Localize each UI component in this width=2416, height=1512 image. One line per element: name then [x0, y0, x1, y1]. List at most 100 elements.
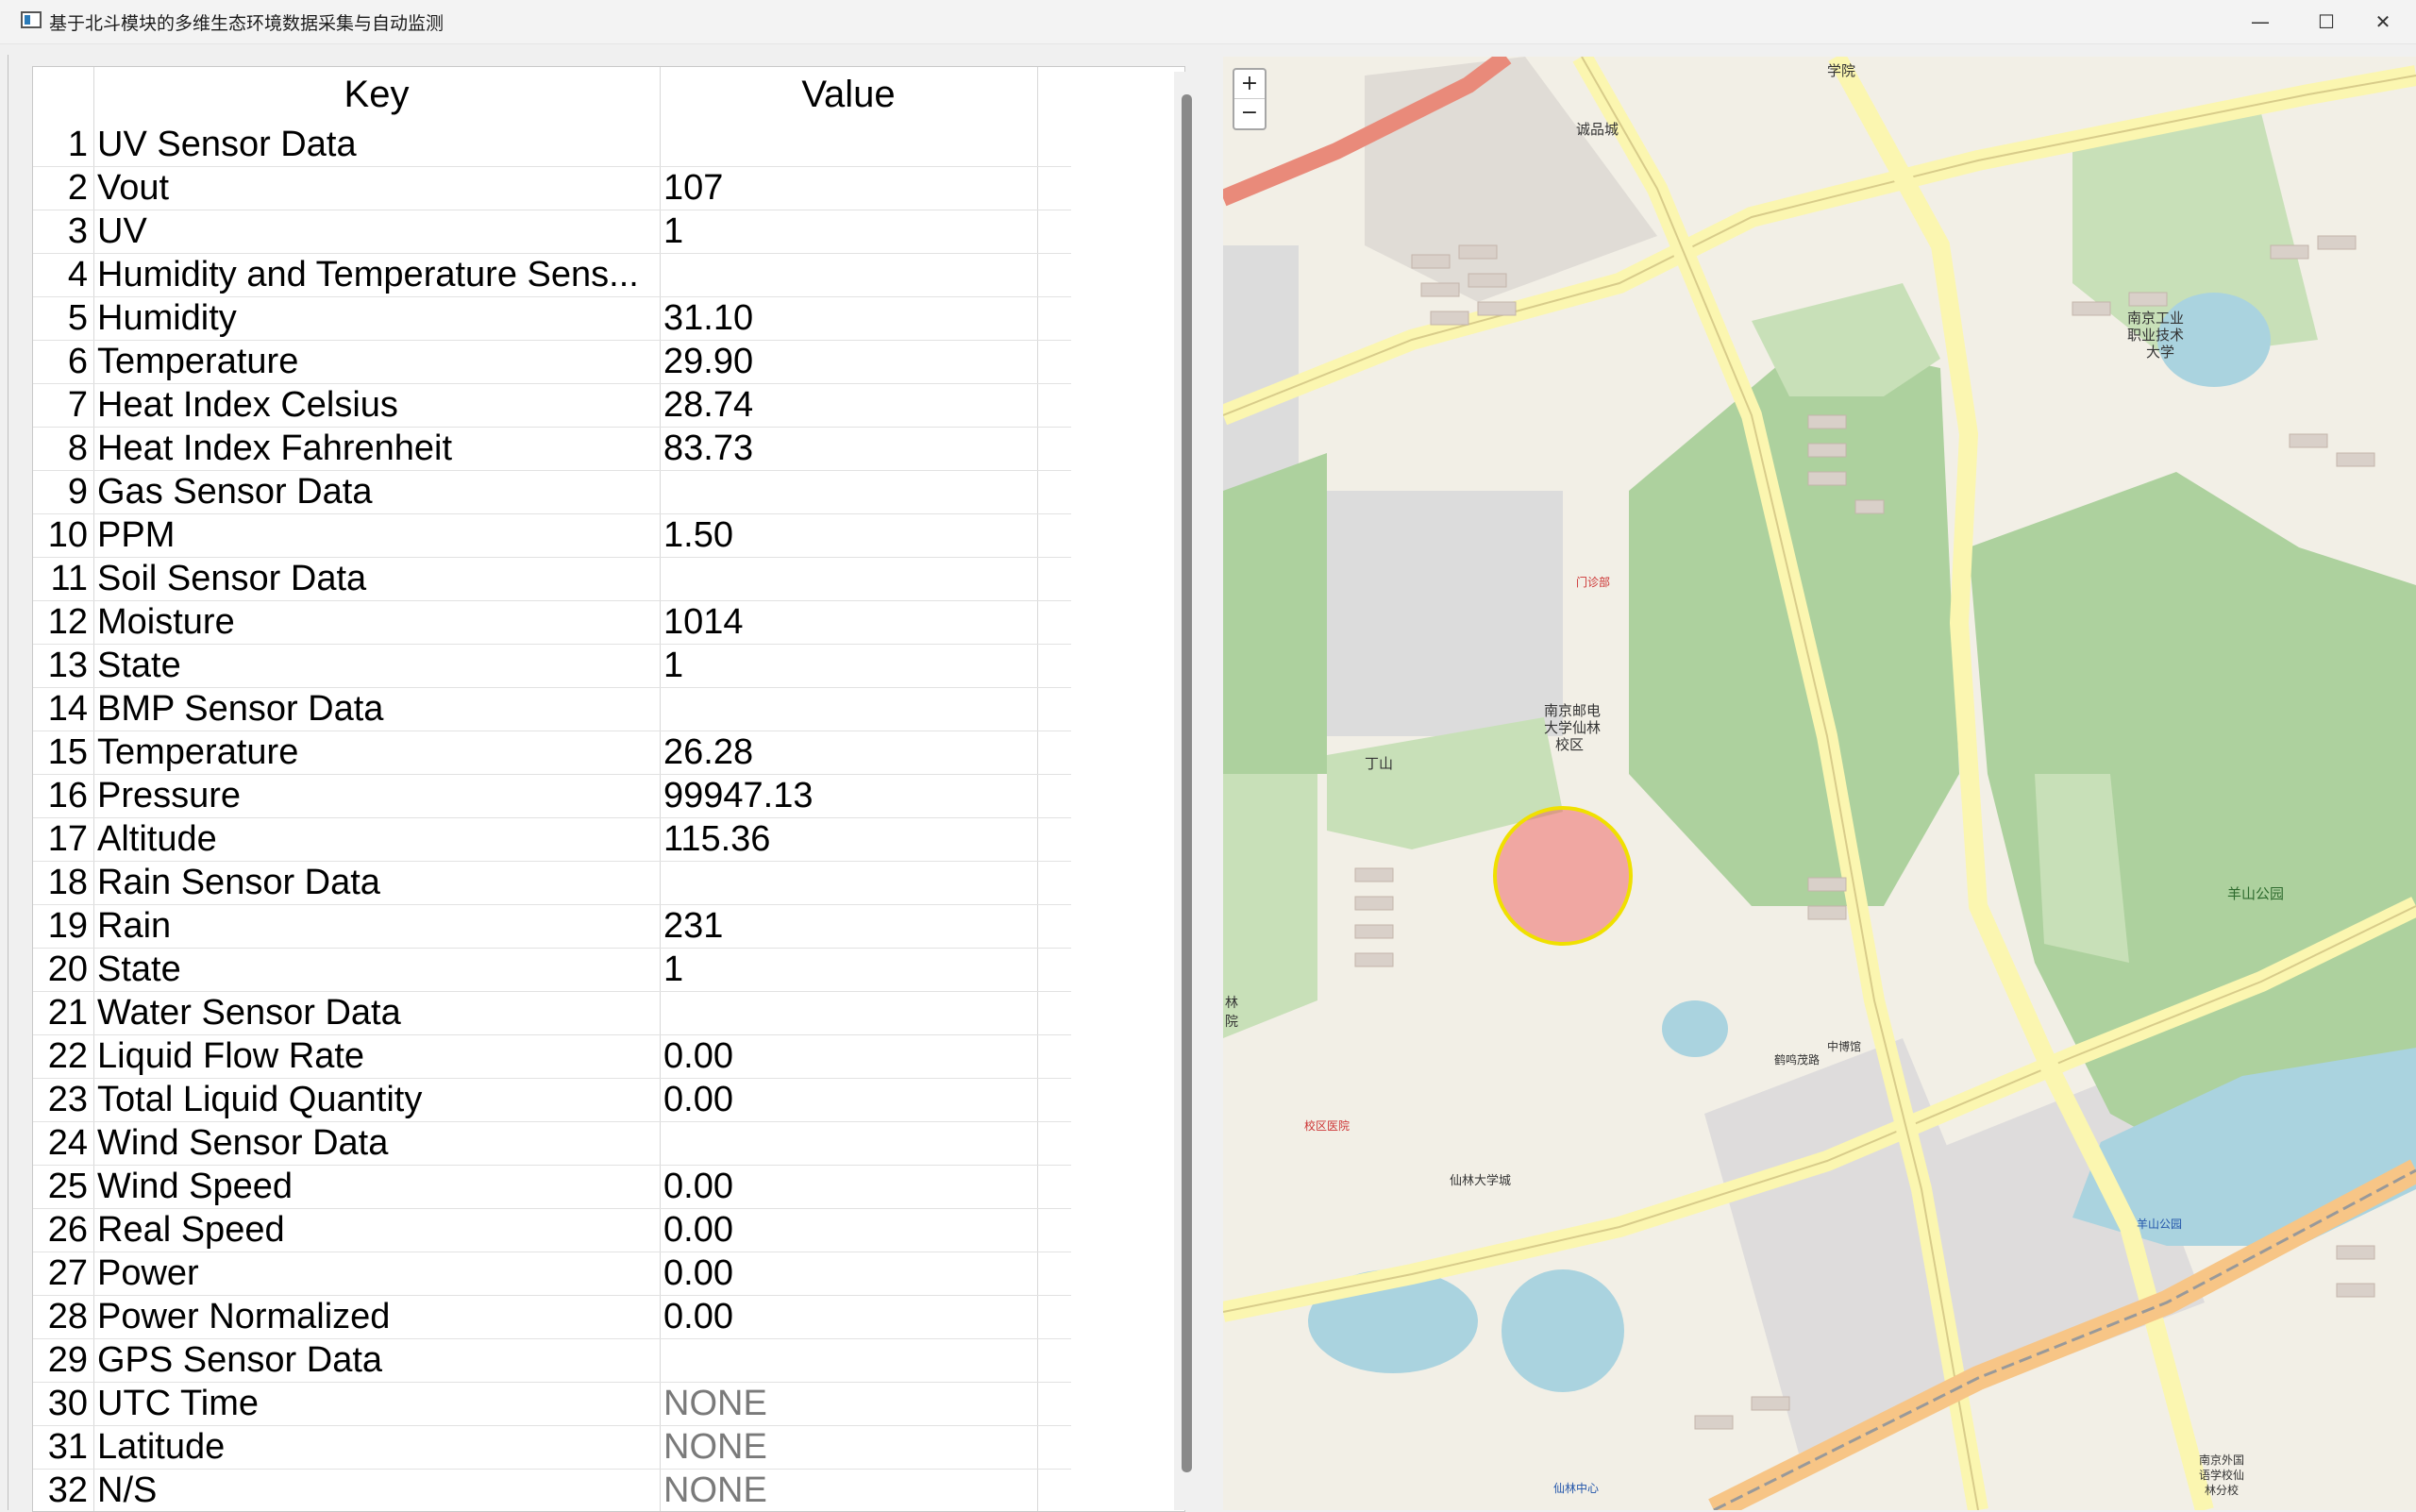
table-row[interactable]: 6 Temperature 29.90: [33, 341, 1071, 384]
table-row[interactable]: 7 Heat Index Celsius 28.74: [33, 384, 1071, 428]
key-cell[interactable]: State: [97, 949, 663, 991]
key-cell[interactable]: Liquid Flow Rate: [97, 1035, 663, 1078]
value-cell[interactable]: [663, 558, 1069, 600]
table-row[interactable]: 21 Water Sensor Data: [33, 992, 1071, 1035]
key-cell[interactable]: Vout: [97, 167, 663, 210]
value-cell[interactable]: NONE: [663, 1426, 1069, 1469]
key-cell[interactable]: Power: [97, 1252, 663, 1295]
table-row[interactable]: 28 Power Normalized 0.00: [33, 1296, 1071, 1339]
key-cell[interactable]: Rain Sensor Data: [97, 862, 663, 904]
key-cell[interactable]: Altitude: [97, 818, 663, 861]
table-row[interactable]: 2 Vout 107: [33, 167, 1071, 210]
value-cell[interactable]: 0.00: [663, 1079, 1069, 1121]
key-cell[interactable]: N/S: [97, 1470, 663, 1511]
value-cell[interactable]: NONE: [663, 1383, 1069, 1425]
zoom-out-button[interactable]: −: [1234, 98, 1265, 127]
table-row[interactable]: 1 UV Sensor Data: [33, 124, 1071, 167]
value-cell[interactable]: 1.50: [663, 514, 1069, 557]
value-cell[interactable]: [663, 992, 1069, 1034]
key-cell[interactable]: Moisture: [97, 601, 663, 644]
table-row[interactable]: 18 Rain Sensor Data: [33, 862, 1071, 905]
map-view[interactable]: 诚品城 学院 南京邮电 大学仙林 校区 丁山 羊山公园 南京工业 职业技术 大学…: [1223, 57, 2416, 1510]
value-cell[interactable]: [663, 1122, 1069, 1165]
key-cell[interactable]: Gas Sensor Data: [97, 471, 663, 513]
value-cell[interactable]: 29.90: [663, 341, 1069, 383]
key-cell[interactable]: State: [97, 645, 663, 687]
value-cell[interactable]: 107: [663, 167, 1069, 210]
value-cell[interactable]: 1: [663, 210, 1069, 253]
zoom-in-button[interactable]: +: [1234, 70, 1265, 98]
table-row[interactable]: 32 N/S NONE: [33, 1470, 1071, 1511]
key-cell[interactable]: GPS Sensor Data: [97, 1339, 663, 1382]
table-row[interactable]: 12 Moisture 1014: [33, 601, 1071, 645]
value-cell[interactable]: [663, 471, 1069, 513]
table-row[interactable]: 29 GPS Sensor Data: [33, 1339, 1071, 1383]
value-cell[interactable]: NONE: [663, 1470, 1069, 1511]
table-row[interactable]: 23 Total Liquid Quantity 0.00: [33, 1079, 1071, 1122]
key-cell[interactable]: PPM: [97, 514, 663, 557]
value-cell[interactable]: 231: [663, 905, 1069, 948]
close-button[interactable]: ✕: [2350, 0, 2416, 43]
key-cell[interactable]: Latitude: [97, 1426, 663, 1469]
column-header-value[interactable]: Value: [662, 67, 1035, 122]
table-row[interactable]: 4 Humidity and Temperature Sens...: [33, 254, 1071, 297]
table-row[interactable]: 22 Liquid Flow Rate 0.00: [33, 1035, 1071, 1079]
table-row[interactable]: 26 Real Speed 0.00: [33, 1209, 1071, 1252]
value-cell[interactable]: 26.28: [663, 731, 1069, 774]
value-cell[interactable]: 0.00: [663, 1296, 1069, 1338]
key-cell[interactable]: UV: [97, 210, 663, 253]
key-cell[interactable]: Wind Speed: [97, 1166, 663, 1208]
table-row[interactable]: 27 Power 0.00: [33, 1252, 1071, 1296]
table-row[interactable]: 17 Altitude 115.36: [33, 818, 1071, 862]
key-cell[interactable]: Temperature: [97, 731, 663, 774]
table-row[interactable]: 25 Wind Speed 0.00: [33, 1166, 1071, 1209]
table-row[interactable]: 30 UTC Time NONE: [33, 1383, 1071, 1426]
table-row[interactable]: 13 State 1: [33, 645, 1071, 688]
table-row[interactable]: 16 Pressure 99947.13: [33, 775, 1071, 818]
value-cell[interactable]: [663, 1339, 1069, 1382]
key-cell[interactable]: Power Normalized: [97, 1296, 663, 1338]
value-cell[interactable]: 31.10: [663, 297, 1069, 340]
key-cell[interactable]: UV Sensor Data: [97, 124, 663, 166]
value-cell[interactable]: 0.00: [663, 1035, 1069, 1078]
column-header-key[interactable]: Key: [95, 67, 658, 122]
value-cell[interactable]: 1014: [663, 601, 1069, 644]
key-cell[interactable]: BMP Sensor Data: [97, 688, 663, 731]
table-row[interactable]: 5 Humidity 31.10: [33, 297, 1071, 341]
key-cell[interactable]: Humidity: [97, 297, 663, 340]
key-cell[interactable]: Total Liquid Quantity: [97, 1079, 663, 1121]
key-cell[interactable]: Soil Sensor Data: [97, 558, 663, 600]
key-cell[interactable]: Heat Index Celsius: [97, 384, 663, 427]
scrollbar-thumb[interactable]: [1182, 94, 1192, 1472]
value-cell[interactable]: 0.00: [663, 1252, 1069, 1295]
table-row[interactable]: 3 UV 1: [33, 210, 1071, 254]
sensor-table[interactable]: Key Value 1 UV Sensor Data 2 Vout 107 3 UV 1 4 Hu…: [32, 66, 1185, 1512]
key-cell[interactable]: Water Sensor Data: [97, 992, 663, 1034]
table-row[interactable]: 14 BMP Sensor Data: [33, 688, 1071, 731]
key-cell[interactable]: Temperature: [97, 341, 663, 383]
table-row[interactable]: 20 State 1: [33, 949, 1071, 992]
value-cell[interactable]: 115.36: [663, 818, 1069, 861]
key-cell[interactable]: Heat Index Fahrenheit: [97, 428, 663, 470]
value-cell[interactable]: [663, 688, 1069, 731]
key-cell[interactable]: UTC Time: [97, 1383, 663, 1425]
value-cell[interactable]: [663, 862, 1069, 904]
table-row[interactable]: 19 Rain 231: [33, 905, 1071, 949]
table-row[interactable]: 15 Temperature 26.28: [33, 731, 1071, 775]
table-row[interactable]: 24 Wind Sensor Data: [33, 1122, 1071, 1166]
value-cell[interactable]: [663, 124, 1069, 166]
value-cell[interactable]: 28.74: [663, 384, 1069, 427]
value-cell[interactable]: 83.73: [663, 428, 1069, 470]
key-cell[interactable]: Rain: [97, 905, 663, 948]
table-row[interactable]: 9 Gas Sensor Data: [33, 471, 1071, 514]
key-cell[interactable]: Wind Sensor Data: [97, 1122, 663, 1165]
value-cell[interactable]: 1: [663, 949, 1069, 991]
value-cell[interactable]: 99947.13: [663, 775, 1069, 817]
table-row[interactable]: 10 PPM 1.50: [33, 514, 1071, 558]
minimize-button[interactable]: —: [2227, 0, 2293, 43]
key-cell[interactable]: Pressure: [97, 775, 663, 817]
value-cell[interactable]: 1: [663, 645, 1069, 687]
map-canvas[interactable]: [1223, 57, 2416, 1510]
value-cell[interactable]: 0.00: [663, 1209, 1069, 1252]
value-cell[interactable]: 0.00: [663, 1166, 1069, 1208]
